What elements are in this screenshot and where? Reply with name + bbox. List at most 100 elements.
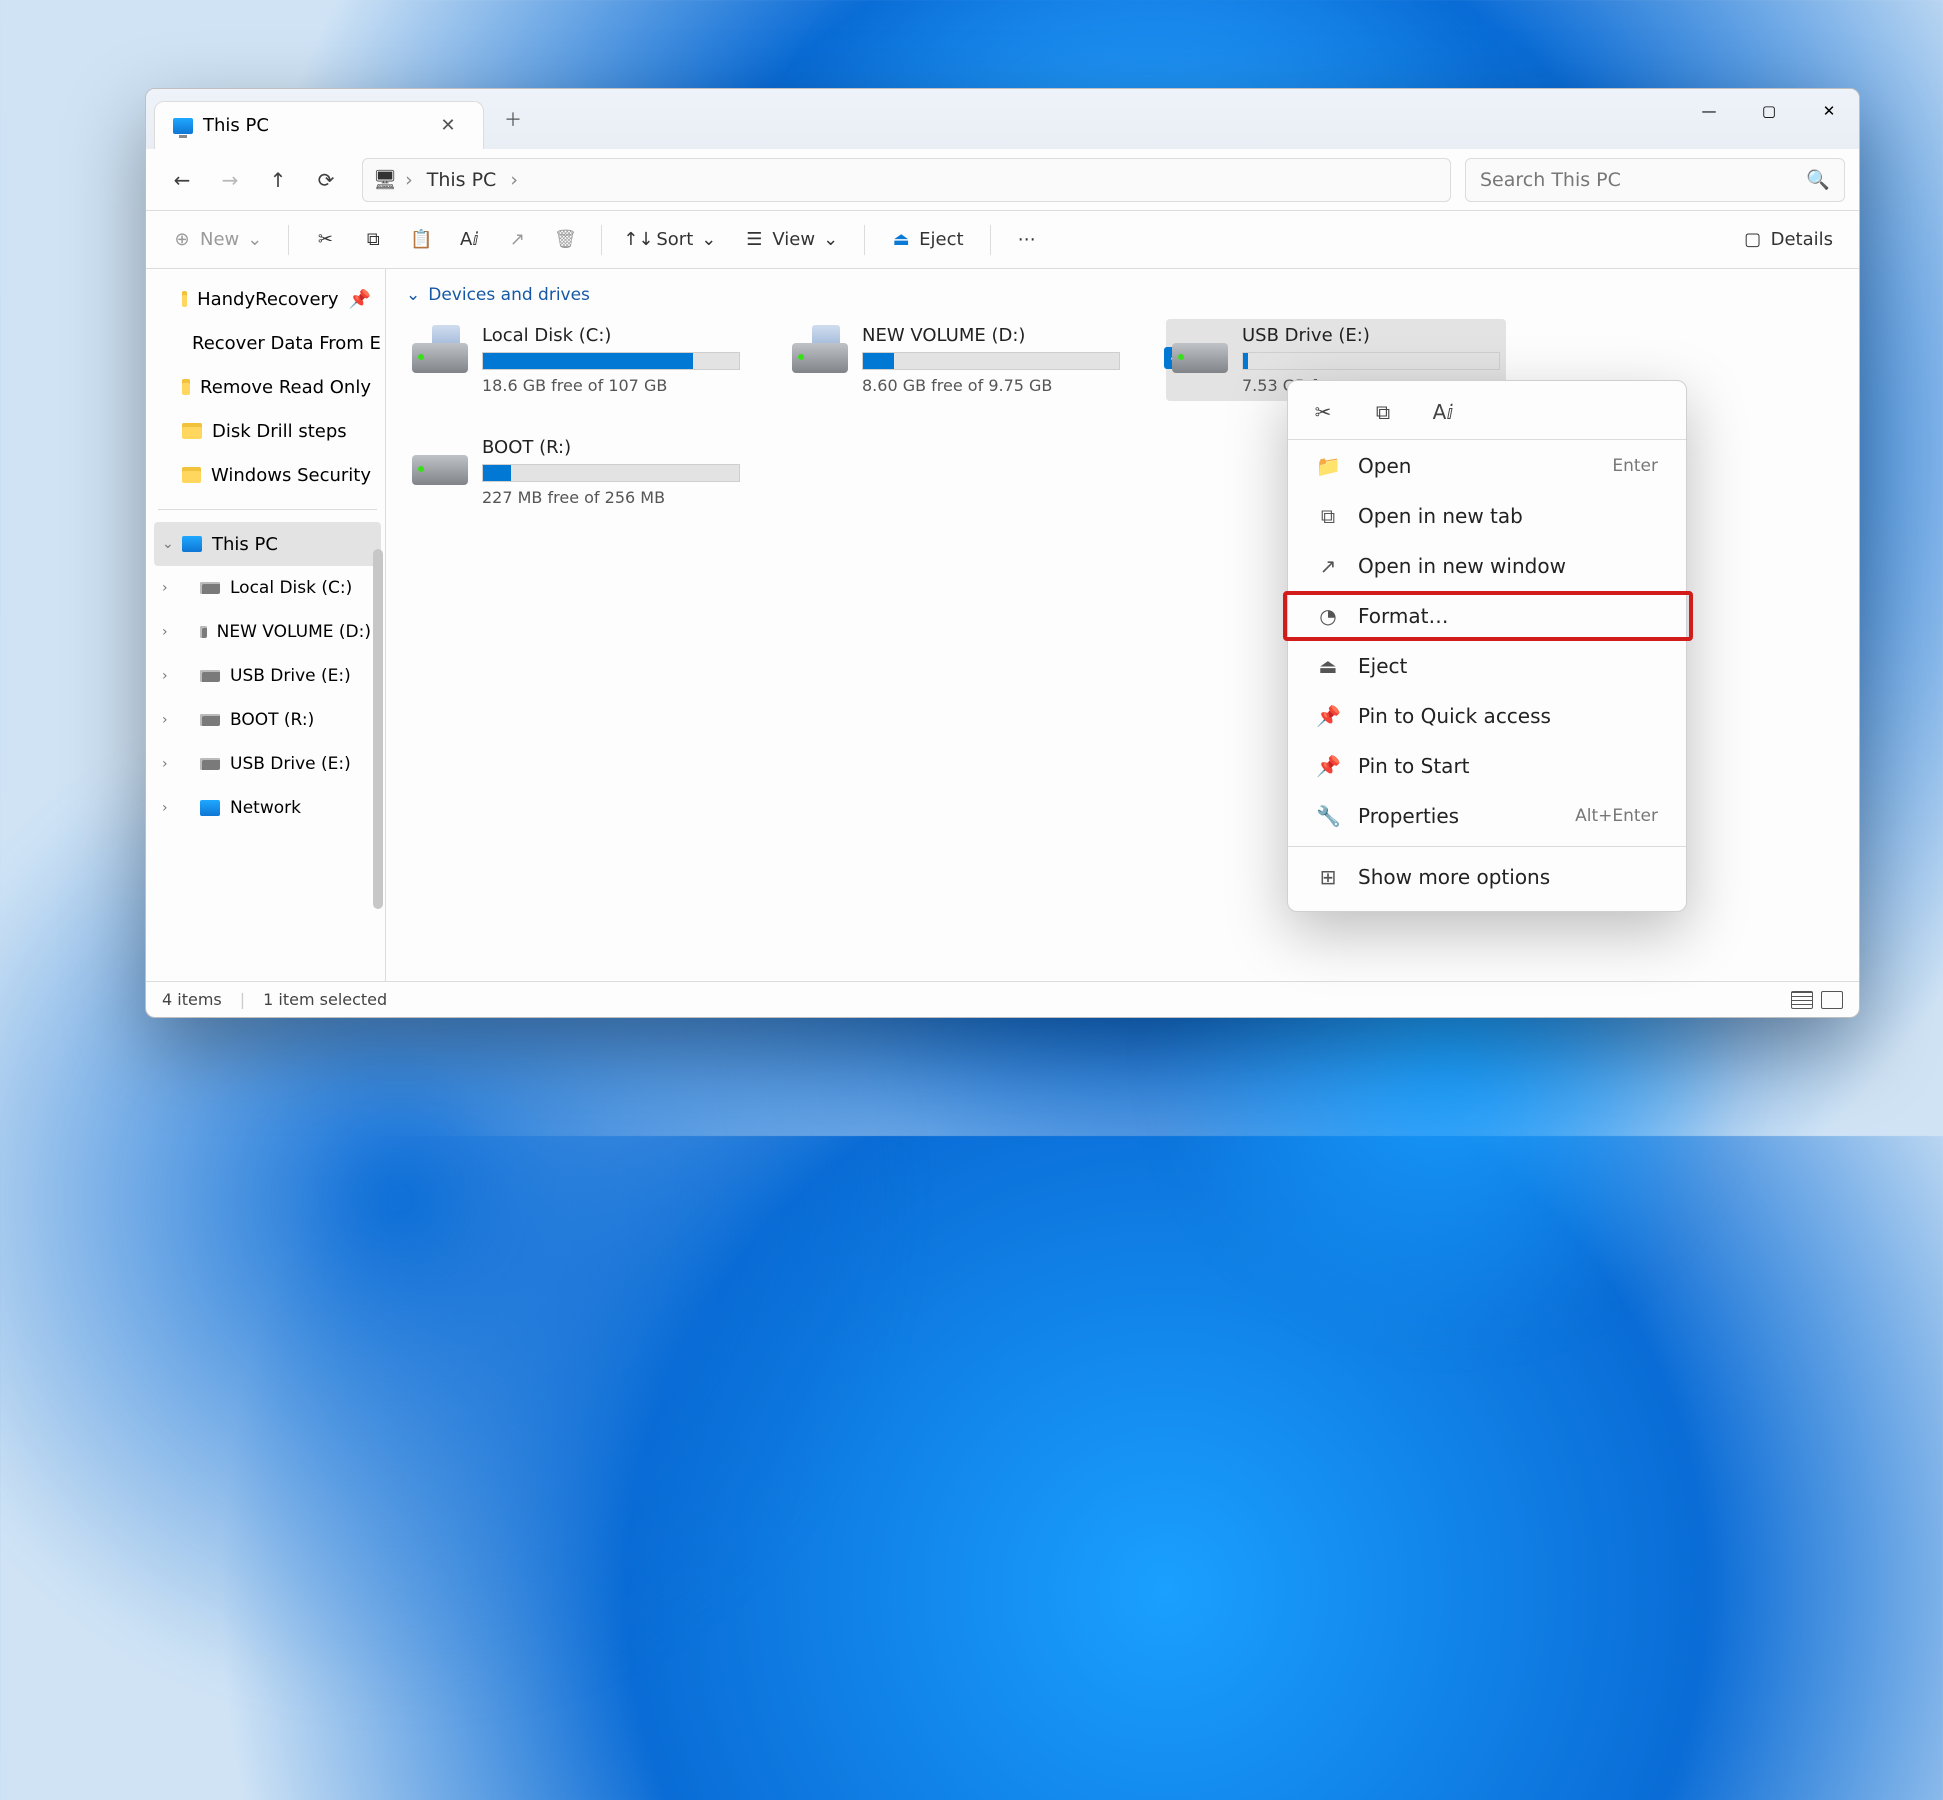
eject-button[interactable]: ⏏ Eject [879,223,975,256]
drive-item-boot-r[interactable]: BOOT (R:) 227 MB free of 256 MB [406,431,746,513]
sidebar-item-label: This PC [212,534,278,555]
cut-icon[interactable]: ✂ [1310,399,1336,425]
sidebar-item-local-disk-c[interactable]: › Local Disk (C:) [154,566,381,610]
drive-name: NEW VOLUME (D:) [862,325,1120,346]
new-label: New [200,229,239,250]
breadcrumb-this-pc[interactable]: This PC [421,165,503,195]
context-eject[interactable]: ⏏ Eject [1294,642,1680,690]
chevron-down-icon: ⌄ [406,285,420,305]
context-format[interactable]: ◔ Format… [1294,592,1680,640]
group-header-devices[interactable]: ⌄ Devices and drives [406,279,1839,319]
details-pane-button[interactable]: ▢ Details [1731,223,1845,256]
folder-icon [182,291,187,307]
context-item-label: Eject [1358,654,1407,678]
context-open-new-tab[interactable]: ⧉ Open in new tab [1294,492,1680,540]
drive-free-text: 8.60 GB free of 9.75 GB [862,376,1120,395]
chevron-right-icon: › [510,169,518,191]
drive-free-text: 18.6 GB free of 107 GB [482,376,740,395]
chevron-right-icon[interactable]: › [162,580,168,596]
sidebar-item-recover-data[interactable]: Recover Data From E [154,321,381,365]
new-tab-button[interactable]: ＋ [496,95,530,143]
more-button[interactable]: ⋯ [1005,224,1049,256]
pc-icon [173,118,193,134]
trash-icon: 🗑 [555,230,575,250]
new-button[interactable]: ⊕ New ⌄ [160,223,274,256]
chevron-down-icon: ⌄ [247,229,262,250]
paste-button[interactable]: 📋 [399,224,443,256]
sidebar-item-boot-r[interactable]: › BOOT (R:) [154,698,381,742]
copy-icon[interactable]: ⧉ [1370,399,1396,425]
context-show-more[interactable]: ⊞ Show more options [1294,853,1680,901]
chevron-right-icon[interactable]: › [162,800,168,816]
pin-icon: 📌 [1316,704,1340,728]
forward-button[interactable]: → [208,158,252,202]
view-button[interactable]: ☰ View ⌄ [732,223,850,256]
maximize-button[interactable]: ▢ [1739,89,1799,133]
drive-item-new-volume-d[interactable]: NEW VOLUME (D:) 8.60 GB free of 9.75 GB [786,319,1126,401]
context-pin-start[interactable]: 📌 Pin to Start [1294,742,1680,790]
ellipsis-icon: ⋯ [1017,230,1037,250]
copy-icon: ⧉ [363,230,383,250]
sidebar-scrollbar[interactable] [373,549,383,909]
back-button[interactable]: ← [160,158,204,202]
sidebar-item-label: USB Drive (E:) [230,666,351,686]
sidebar-item-this-pc[interactable]: ⌄ This PC [154,522,381,566]
scissors-icon: ✂ [315,230,335,250]
tab-close-button[interactable]: ✕ [431,109,465,143]
folder-icon [182,467,201,483]
sidebar-item-usb-drive-e-2[interactable]: › USB Drive (E:) [154,742,381,786]
drive-icon [1172,325,1228,373]
sidebar-item-handyrecovery[interactable]: HandyRecovery 📌 [154,277,381,321]
rename-icon[interactable]: Aⅈ [1430,399,1456,425]
context-pin-quick-access[interactable]: 📌 Pin to Quick access [1294,692,1680,740]
share-button[interactable]: ↗ [495,224,539,256]
up-button[interactable]: ↑ [256,158,300,202]
address-bar[interactable]: 🖥 › This PC › [362,158,1451,202]
format-icon: ◔ [1316,604,1340,628]
refresh-button[interactable]: ⟳ [304,158,348,202]
titlebar: This PC ✕ ＋ — ▢ ✕ [146,89,1859,149]
tab-this-pc[interactable]: This PC ✕ [154,101,484,149]
drive-item-local-disk-c[interactable]: Local Disk (C:) 18.6 GB free of 107 GB [406,319,746,401]
eject-icon: ⏏ [1316,654,1340,678]
chevron-right-icon[interactable]: › [162,668,168,684]
context-item-hint: Enter [1612,456,1658,476]
sort-button[interactable]: ↑↓ Sort ⌄ [616,223,728,256]
chevron-right-icon[interactable]: › [162,756,168,772]
chevron-down-icon[interactable]: ⌄ [162,536,174,552]
list-view-button[interactable] [1791,991,1813,1009]
close-button[interactable]: ✕ [1799,89,1859,133]
copy-button[interactable]: ⧉ [351,224,395,256]
sidebar-item-windows-security[interactable]: Windows Security [154,453,381,497]
more-icon: ⊞ [1316,865,1340,889]
wrench-icon: 🔧 [1316,804,1340,828]
context-open[interactable]: 📁 Open Enter [1294,442,1680,490]
sidebar-item-remove-read-only[interactable]: Remove Read Only [154,365,381,409]
usage-bar [862,352,1120,370]
chevron-right-icon[interactable]: › [162,624,168,640]
drive-icon [412,325,468,373]
pc-icon: 🖥 [373,168,397,191]
new-tab-icon: ⧉ [1316,504,1340,528]
chevron-right-icon[interactable]: › [162,712,168,728]
sidebar-item-new-volume-d[interactable]: › NEW VOLUME (D:) [154,610,381,654]
usage-bar [482,352,740,370]
context-properties[interactable]: 🔧 Properties Alt+Enter [1294,792,1680,840]
folder-icon [182,423,202,439]
drive-icon [200,582,220,594]
search-input[interactable]: Search This PC 🔍 [1465,158,1845,202]
delete-button[interactable]: 🗑 [543,224,587,256]
tab-title: This PC [203,115,269,136]
details-view-button[interactable] [1821,991,1843,1009]
cut-button[interactable]: ✂ [303,224,347,256]
sidebar-item-network[interactable]: › Network [154,786,381,830]
drive-icon [792,325,848,373]
sidebar-item-disk-drill[interactable]: Disk Drill steps [154,409,381,453]
rename-button[interactable]: Aⅈ [447,224,491,256]
minimize-button[interactable]: — [1679,89,1739,133]
sidebar-item-label: HandyRecovery [197,289,339,310]
context-menu: ✂ ⧉ Aⅈ 📁 Open Enter ⧉ Open in new tab ↗ … [1287,380,1687,912]
context-open-new-window[interactable]: ↗ Open in new window [1294,542,1680,590]
sidebar-item-usb-drive-e[interactable]: › USB Drive (E:) [154,654,381,698]
sidebar: HandyRecovery 📌 Recover Data From E Remo… [146,269,386,981]
